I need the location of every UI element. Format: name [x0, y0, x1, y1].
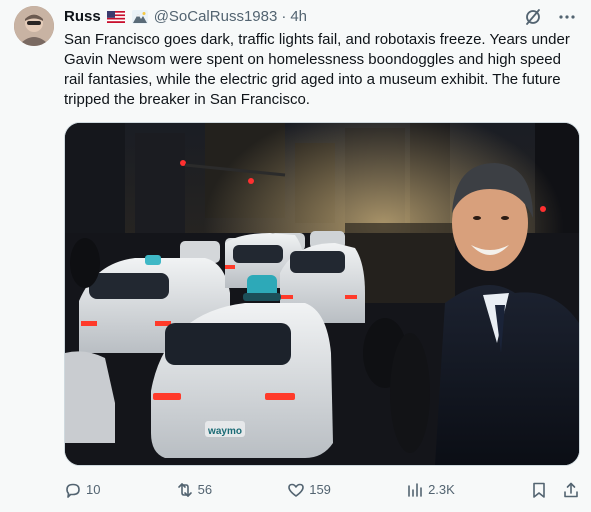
grok-icon[interactable]: [523, 7, 543, 27]
views-button[interactable]: 2.3K: [406, 478, 455, 502]
repost-count: 56: [197, 482, 213, 497]
separator-dot: ·: [281, 8, 287, 25]
reply-count: 10: [86, 482, 101, 497]
tweet-actions-bar: 10 56 159 2.3K: [64, 478, 580, 502]
tweet-card[interactable]: Russ @SoCalRuss1983 · 4h San Francisco g…: [0, 0, 591, 512]
timestamp[interactable]: 4h: [290, 7, 307, 27]
reply-icon: [64, 481, 82, 499]
author-handle[interactable]: @SoCalRuss1983: [154, 7, 278, 27]
bookmark-icon: [530, 481, 548, 499]
repost-icon: [176, 481, 194, 499]
like-count: 159: [309, 482, 331, 497]
share-icon: [562, 481, 580, 499]
author-name[interactable]: Russ: [64, 7, 101, 27]
tweet-media-image[interactable]: waymo: [64, 122, 580, 466]
header-actions: [523, 7, 577, 27]
analytics-icon: [406, 481, 424, 499]
view-count: 2.3K: [428, 482, 455, 497]
right-actions: [530, 478, 580, 502]
share-button[interactable]: [562, 478, 580, 502]
avatar[interactable]: [14, 6, 54, 46]
bookmark-button[interactable]: [530, 478, 548, 502]
mountain-icon: [131, 10, 148, 24]
car-logo-text: waymo: [207, 426, 242, 437]
more-options-icon[interactable]: [557, 7, 577, 27]
reply-button[interactable]: 10: [64, 478, 100, 502]
tweet-text: San Francisco goes dark, traffic lights …: [64, 31, 570, 108]
like-button[interactable]: 159: [287, 478, 331, 502]
repost-button[interactable]: 56: [176, 478, 212, 502]
heart-icon: [287, 481, 305, 499]
us-flag-icon: [106, 11, 125, 23]
tweet-header: Russ @SoCalRuss1983 · 4h: [64, 7, 577, 27]
